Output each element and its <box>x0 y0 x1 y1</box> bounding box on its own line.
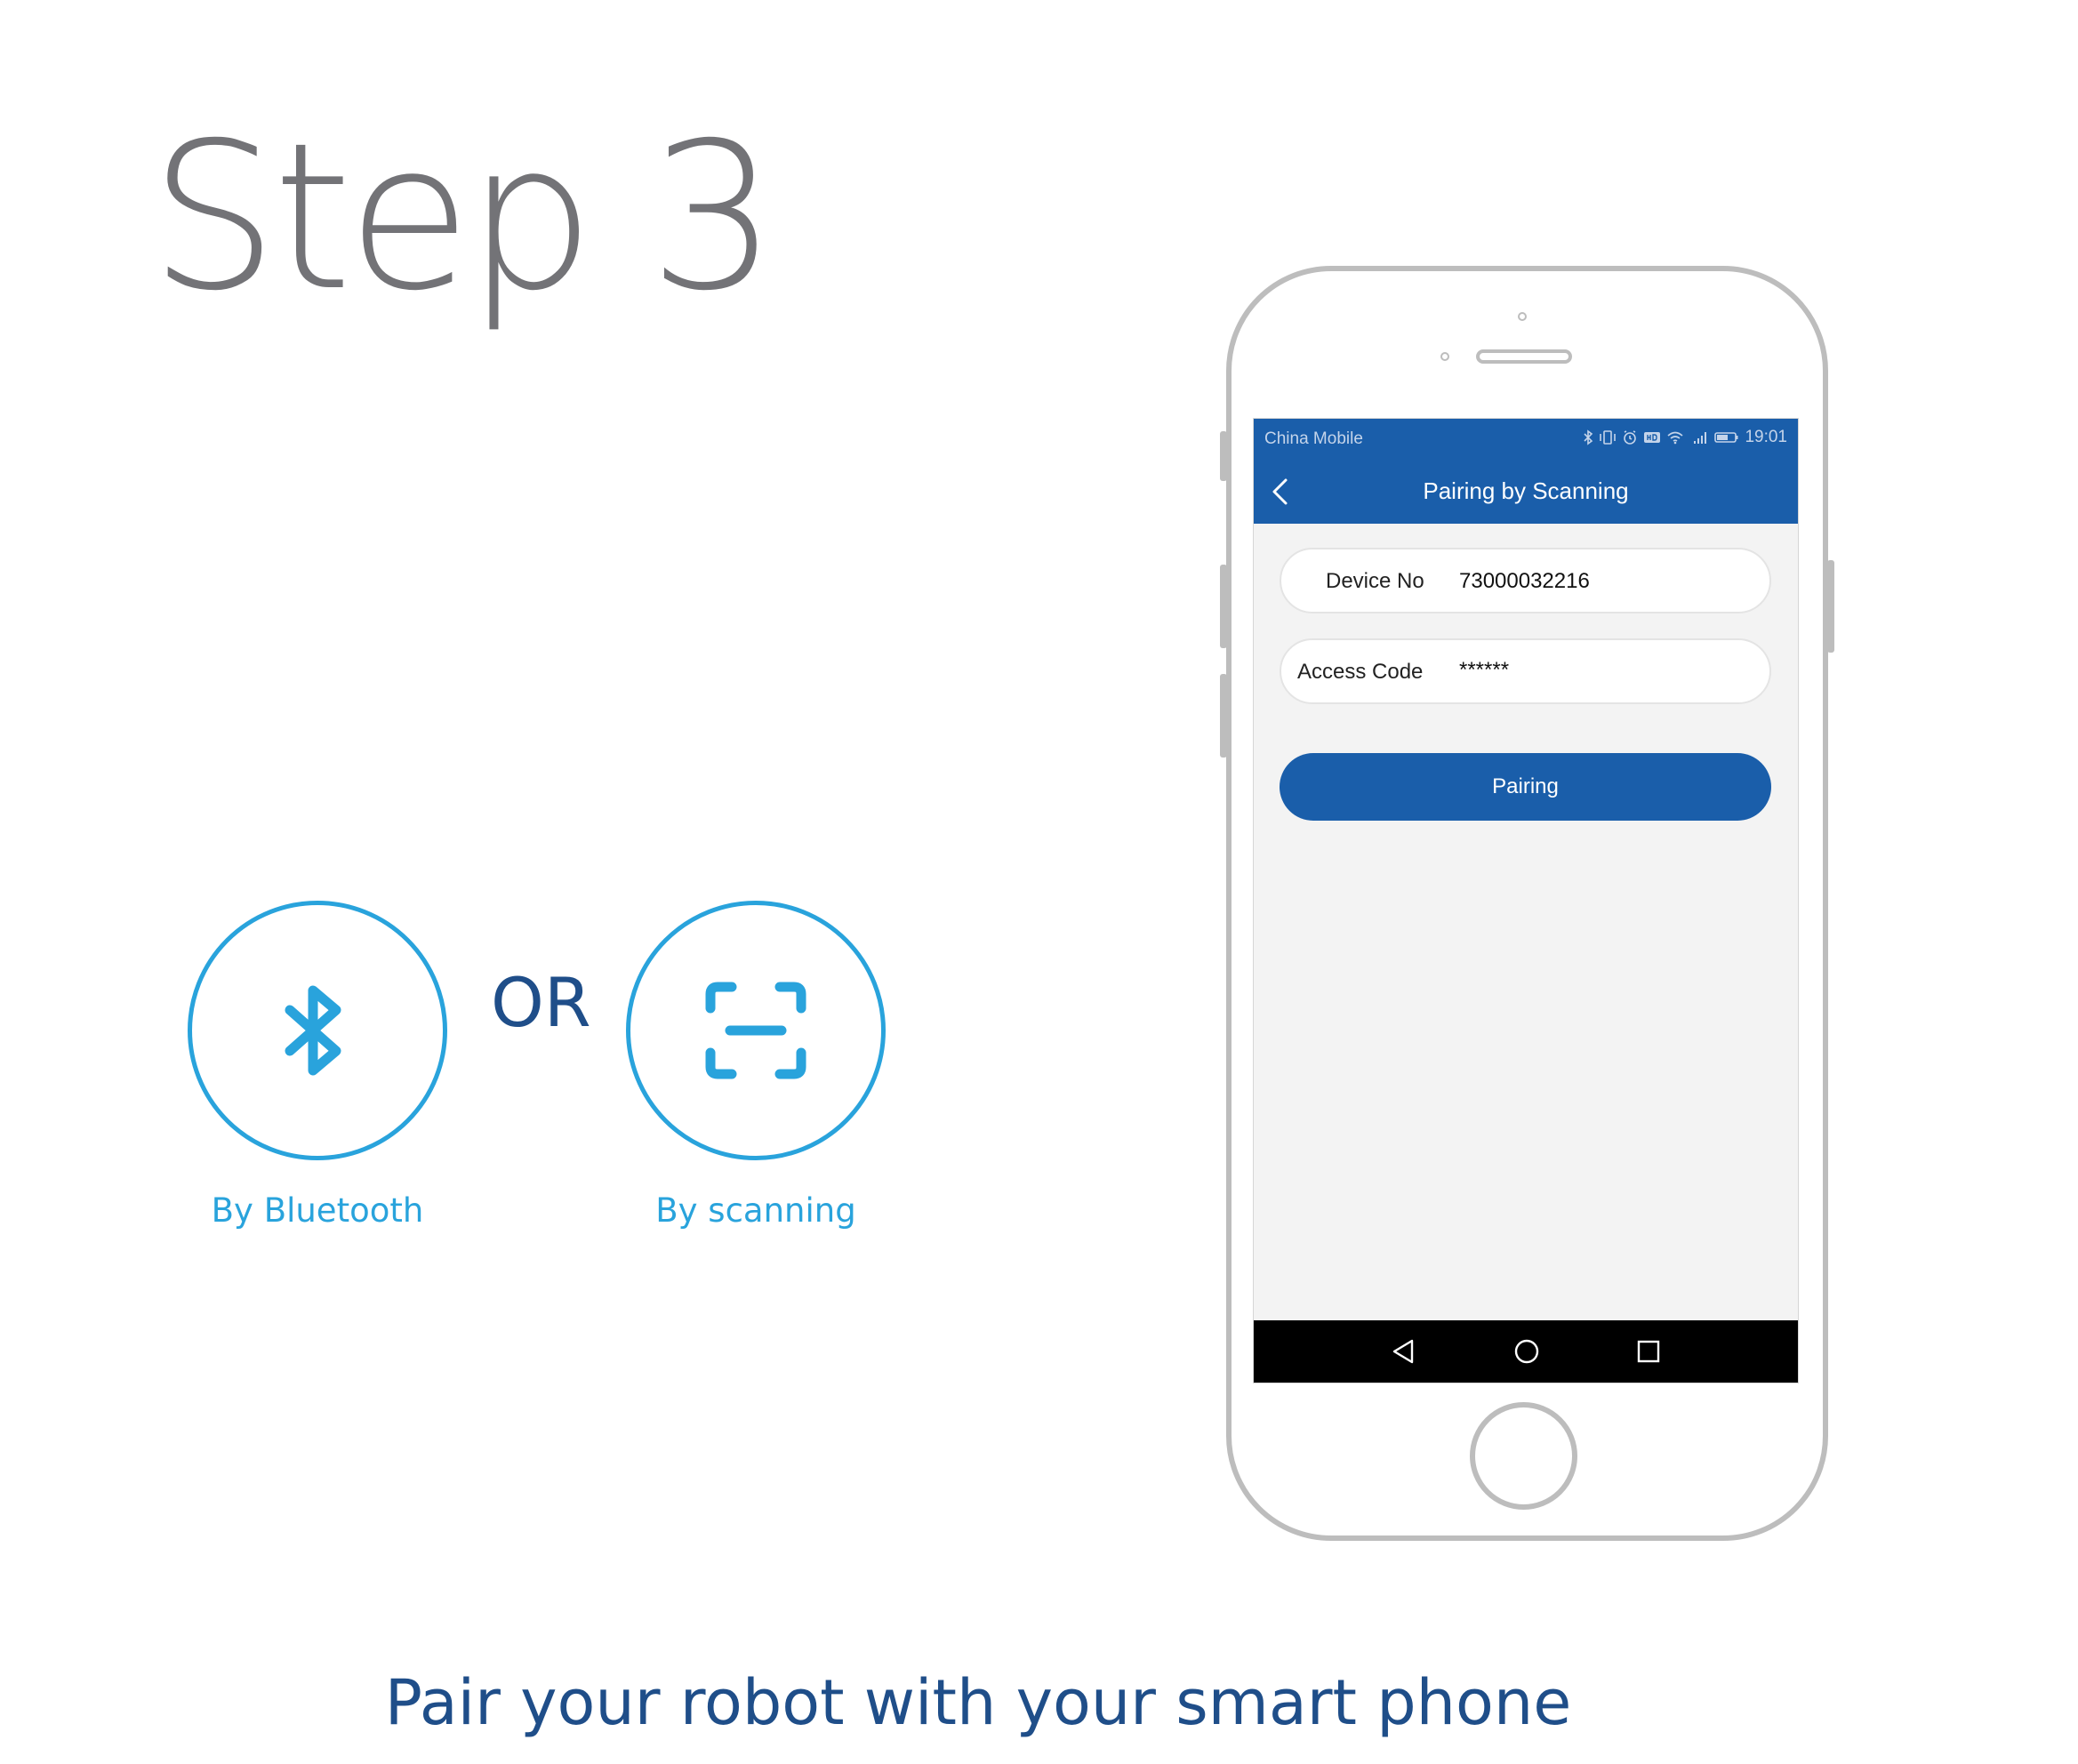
scan-icon <box>705 982 806 1079</box>
bluetooth-option-label: By Bluetooth <box>211 1191 424 1230</box>
back-triangle-icon[interactable] <box>1391 1338 1416 1365</box>
scanning-option[interactable] <box>626 901 886 1160</box>
status-carrier: China Mobile <box>1264 429 1363 448</box>
bluetooth-icon <box>285 985 341 1076</box>
vibrate-icon <box>1600 430 1617 445</box>
phone-sensor <box>1440 352 1449 361</box>
app-header: China Mobile 19:01 Pairing by Scanning <box>1254 419 1798 524</box>
phone-camera <box>1518 312 1527 321</box>
step-title: Step 3 <box>149 99 778 335</box>
device-no-value[interactable]: 73000032216 <box>1459 569 1590 594</box>
bluetooth-option[interactable] <box>188 901 447 1160</box>
hd-icon <box>1644 432 1661 443</box>
home-circle-icon[interactable] <box>1513 1338 1540 1365</box>
battery-icon <box>1714 432 1738 443</box>
phone-screen: China Mobile 19:01 Pairing by Scanning D… <box>1253 418 1799 1383</box>
access-code-field[interactable]: Access Code ****** <box>1280 638 1771 704</box>
device-no-label: Device No <box>1326 569 1424 593</box>
phone-power-button <box>1827 560 1834 653</box>
android-nav-bar <box>1254 1320 1798 1383</box>
status-icons: 19:01 <box>1583 428 1787 447</box>
scanning-option-label: By scanning <box>655 1191 856 1230</box>
access-code-label: Access Code <box>1297 660 1424 684</box>
or-separator: OR <box>491 963 591 1042</box>
access-code-value[interactable]: ****** <box>1459 658 1509 683</box>
wifi-icon <box>1667 431 1683 445</box>
app-title: Pairing by Scanning <box>1423 477 1629 504</box>
pairing-button[interactable]: Pairing <box>1280 753 1771 821</box>
phone-home-button[interactable] <box>1470 1402 1577 1510</box>
signal-icon <box>1694 432 1707 444</box>
recent-square-icon[interactable] <box>1636 1338 1661 1365</box>
device-no-field[interactable]: Device No 73000032216 <box>1280 548 1771 613</box>
phone-speaker <box>1476 349 1572 364</box>
bluetooth-icon <box>1584 429 1593 445</box>
tagline: Pair your robot with your smart phone <box>384 1666 1572 1739</box>
alarm-icon <box>1624 430 1637 445</box>
status-time: 19:01 <box>1745 428 1787 446</box>
